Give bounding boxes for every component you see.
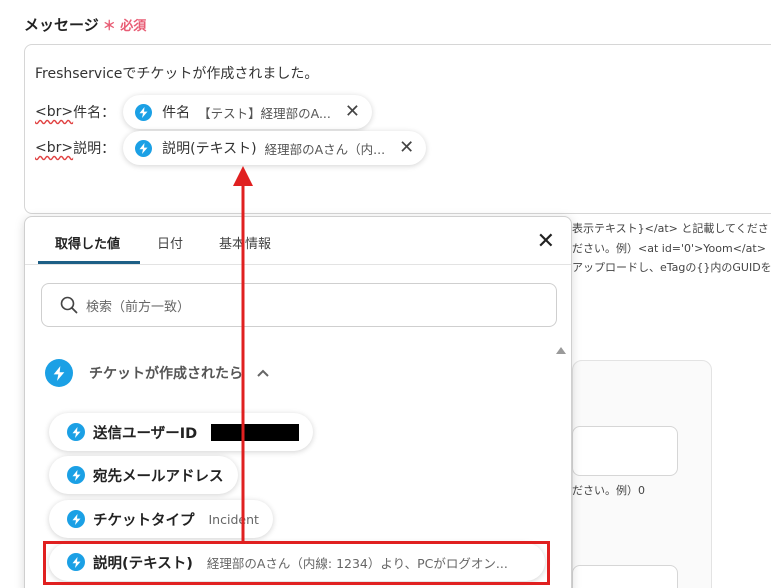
annotation-arrow [233, 166, 253, 541]
